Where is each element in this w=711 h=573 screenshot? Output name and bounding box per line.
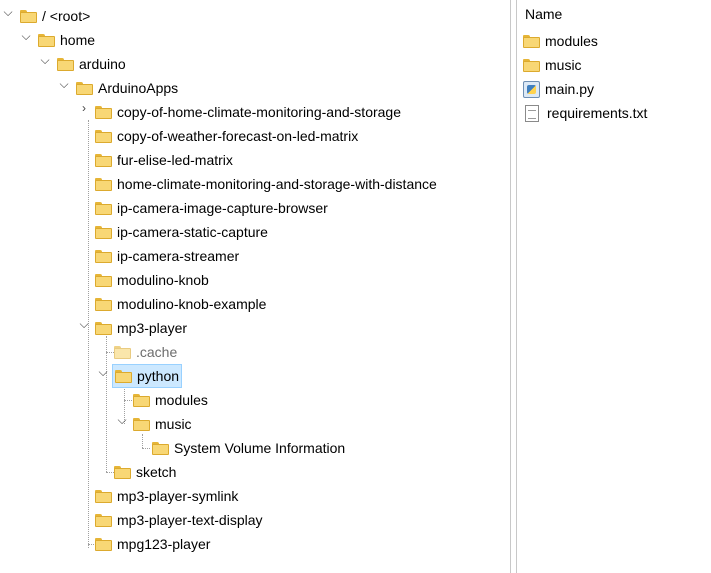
collapse-toggle-icon[interactable]: › xyxy=(78,101,90,123)
tree-item-cache[interactable]: .cache xyxy=(114,341,177,363)
folder-icon xyxy=(95,177,112,191)
folder-icon xyxy=(114,465,131,479)
expand-toggle-icon[interactable]: ⌵ xyxy=(58,77,70,99)
tree-item-label: mp3-player xyxy=(117,320,188,336)
expand-toggle-icon[interactable]: ⌵ xyxy=(39,53,51,75)
tree-guide-line xyxy=(142,434,143,448)
tree-item-home[interactable]: home xyxy=(38,29,95,51)
tree-item-app[interactable]: mp3-player-symlink xyxy=(95,485,238,507)
expand-toggle-icon[interactable]: ⌵ xyxy=(78,317,90,339)
folder-icon xyxy=(95,153,112,167)
folder-icon xyxy=(95,249,112,263)
python-file-icon xyxy=(523,80,540,98)
tree-item-app[interactable]: copy-of-home-climate-monitoring-and-stor… xyxy=(95,101,401,123)
folder-icon xyxy=(133,393,150,407)
tree-item-label: .cache xyxy=(136,344,178,360)
tree-guide-line xyxy=(142,448,150,449)
tree-guide-line xyxy=(106,336,107,472)
file-name: modules xyxy=(545,33,598,49)
tree-guide-line xyxy=(106,472,114,473)
folder-icon xyxy=(95,321,112,335)
tree-item-label: mpg123-player xyxy=(117,536,211,552)
tree-item-app[interactable]: ip-camera-streamer xyxy=(95,245,239,267)
tree-item-music[interactable]: music xyxy=(133,413,192,435)
tree-item-label: music xyxy=(155,416,192,432)
tree-item-label: ip-camera-streamer xyxy=(117,248,240,264)
tree-item-arduinoapps[interactable]: ArduinoApps xyxy=(76,77,178,99)
tree-item-arduino[interactable]: arduino xyxy=(57,53,126,75)
tree-item-sketch[interactable]: sketch xyxy=(114,461,176,483)
folder-icon xyxy=(95,513,112,527)
file-list-pane[interactable]: Name modules music main.py requirements.… xyxy=(516,0,711,573)
tree-item-label: mp3-player-symlink xyxy=(117,488,239,504)
folder-icon xyxy=(133,417,150,431)
tree-item-label: home-climate-monitoring-and-storage-with… xyxy=(117,176,437,192)
file-name: music xyxy=(545,57,582,73)
tree-item-system-volume-information[interactable]: System Volume Information xyxy=(152,437,345,459)
text-file-icon xyxy=(525,104,539,122)
tree-item-label: arduino xyxy=(79,56,126,72)
folder-icon xyxy=(95,129,112,143)
tree-item-app[interactable]: modulino-knob xyxy=(95,269,209,291)
folder-icon xyxy=(114,345,131,359)
tree-item-mp3-player[interactable]: mp3-player xyxy=(95,317,187,339)
tree-item-app[interactable]: modulino-knob-example xyxy=(95,293,266,315)
tree-item-app[interactable]: mp3-player-text-display xyxy=(95,509,263,531)
tree-item-label: copy-of-home-climate-monitoring-and-stor… xyxy=(117,104,402,120)
folder-icon xyxy=(95,273,112,287)
expand-toggle-icon[interactable]: ⌵ xyxy=(116,413,128,435)
folder-icon xyxy=(20,9,37,23)
column-header-name[interactable]: Name xyxy=(525,6,562,22)
tree-item-label: modules xyxy=(155,392,208,408)
file-list-item-music[interactable]: music xyxy=(523,54,582,76)
tree-item-label: / <root> xyxy=(42,8,91,24)
tree-item-app[interactable]: copy-of-weather-forecast-on-led-matrix xyxy=(95,125,358,147)
folder-icon xyxy=(38,33,55,47)
tree-guide-line xyxy=(124,400,132,401)
folder-icon xyxy=(95,489,112,503)
tree-item-app[interactable]: fur-elise-led-matrix xyxy=(95,149,233,171)
folder-icon xyxy=(523,58,540,72)
folder-icon xyxy=(95,225,112,239)
file-name: requirements.txt xyxy=(547,105,648,121)
folder-icon xyxy=(95,537,112,551)
folder-icon xyxy=(95,105,112,119)
folder-icon xyxy=(57,57,74,71)
tree-item-root[interactable]: / <root> xyxy=(20,5,90,27)
tree-item-app[interactable]: home-climate-monitoring-and-storage-with… xyxy=(95,173,437,195)
tree-item-label: python xyxy=(137,368,180,384)
expand-toggle-icon[interactable]: ⌵ xyxy=(97,365,109,387)
tree-item-modules[interactable]: modules xyxy=(133,389,208,411)
file-list-item-requirements[interactable]: requirements.txt xyxy=(525,102,647,124)
folder-icon xyxy=(76,81,93,95)
expand-toggle-icon[interactable]: ⌵ xyxy=(20,29,32,51)
file-list-item-modules[interactable]: modules xyxy=(523,30,598,52)
folder-icon xyxy=(152,441,169,455)
tree-item-label: copy-of-weather-forecast-on-led-matrix xyxy=(117,128,359,144)
tree-item-label: home xyxy=(60,32,96,48)
expand-toggle-icon[interactable]: ⌵ xyxy=(2,5,14,27)
tree-item-app[interactable]: ip-camera-static-capture xyxy=(95,221,268,243)
tree-item-label: ip-camera-image-capture-browser xyxy=(117,200,328,216)
folder-icon xyxy=(95,201,112,215)
directory-tree[interactable]: ⌵ / <root> ⌵ home ⌵ arduino ⌵ ArduinoApp… xyxy=(0,0,511,573)
folder-icon xyxy=(95,297,112,311)
tree-item-label: ArduinoApps xyxy=(98,80,179,96)
tree-item-label: modulino-knob-example xyxy=(117,296,267,312)
tree-item-label: ip-camera-static-capture xyxy=(117,224,268,240)
tree-item-label: mp3-player-text-display xyxy=(117,512,263,528)
file-name: main.py xyxy=(545,81,595,97)
tree-item-app[interactable]: mpg123-player xyxy=(95,533,210,555)
folder-icon xyxy=(115,369,132,383)
tree-item-label: sketch xyxy=(136,464,177,480)
tree-item-label: fur-elise-led-matrix xyxy=(117,152,233,168)
tree-item-app[interactable]: ip-camera-image-capture-browser xyxy=(95,197,328,219)
tree-item-python-selected[interactable]: python xyxy=(112,364,183,388)
folder-icon xyxy=(523,34,540,48)
tree-item-label: modulino-knob xyxy=(117,272,209,288)
file-list-item-main-py[interactable]: main.py xyxy=(523,78,594,100)
tree-item-label: System Volume Information xyxy=(174,440,346,456)
tree-guide-line xyxy=(106,352,114,353)
